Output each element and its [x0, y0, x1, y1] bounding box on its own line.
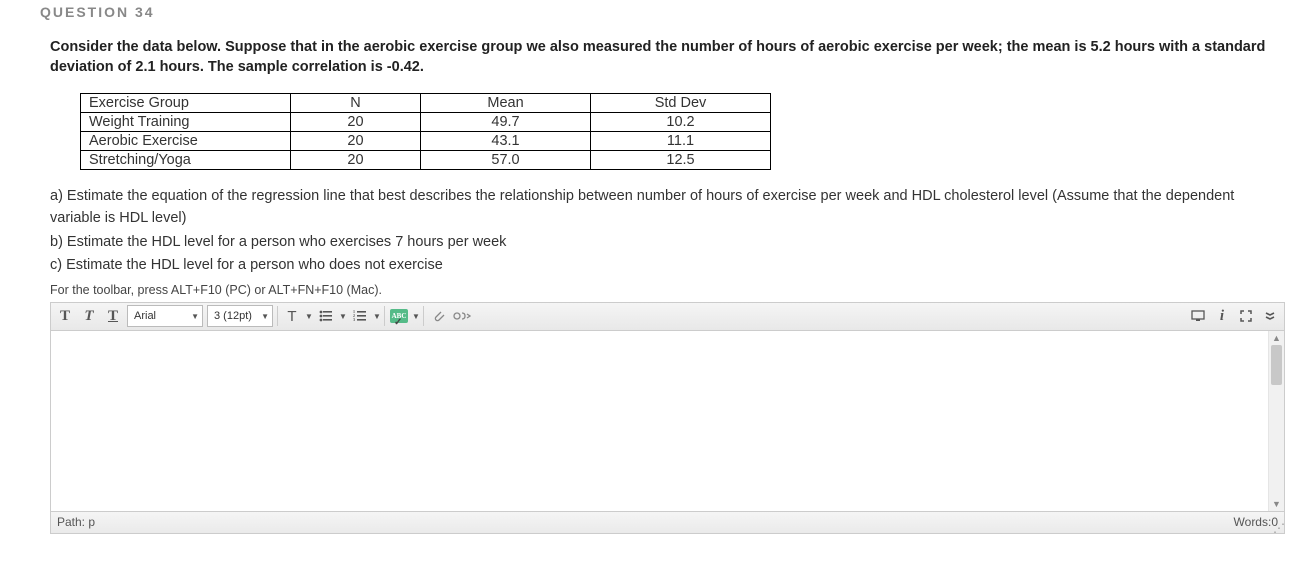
font-size-select[interactable]: 3 (12pt) [207, 305, 273, 327]
separator [423, 306, 424, 326]
italic-button[interactable]: T [77, 305, 101, 327]
scroll-down-icon[interactable]: ▼ [1269, 497, 1284, 511]
show-more-button[interactable] [1258, 305, 1282, 327]
attachment-button[interactable] [426, 305, 450, 327]
font-family-select[interactable]: Arial [127, 305, 203, 327]
spellcheck-dropdown[interactable]: ▼ [411, 305, 421, 327]
mashup-button[interactable] [450, 305, 474, 327]
bold-button[interactable]: T [53, 305, 77, 327]
col-header: Exercise Group [81, 94, 291, 113]
question-prompt: Consider the data below. Suppose that in… [50, 38, 1309, 77]
underline-button[interactable]: T [101, 305, 125, 327]
word-count: Words:0 [1234, 515, 1278, 529]
table-header-row: Exercise Group N Mean Std Dev [81, 94, 771, 113]
rich-text-editor: T T T Arial 3 (12pt) T ▼ ▼ 123 ▼ [50, 302, 1285, 534]
question-part-c: c) Estimate the HDL level for a person w… [50, 255, 1269, 277]
bullet-list-dropdown[interactable]: ▼ [338, 305, 348, 327]
scroll-up-icon[interactable]: ▲ [1269, 331, 1284, 345]
svg-text:3: 3 [353, 317, 355, 322]
bullet-list-button[interactable] [314, 305, 338, 327]
editor-toolbar: T T T Arial 3 (12pt) T ▼ ▼ 123 ▼ [51, 303, 1284, 331]
toolbar-hint: For the toolbar, press ALT+F10 (PC) or A… [50, 281, 1269, 300]
col-header: Mean [421, 94, 591, 113]
text-color-button[interactable]: T [280, 305, 304, 327]
path-indicator: Path: p [57, 515, 95, 529]
numbered-list-dropdown[interactable]: ▼ [372, 305, 382, 327]
separator [384, 306, 385, 326]
abc-icon: ABC [390, 309, 408, 323]
data-table: Exercise Group N Mean Std Dev Weight Tra… [80, 93, 771, 170]
col-header: N [291, 94, 421, 113]
col-header: Std Dev [591, 94, 771, 113]
spellcheck-button[interactable]: ABC [387, 305, 411, 327]
table-row: Aerobic Exercise 20 43.1 11.1 [81, 132, 771, 151]
scrollbar[interactable]: ▲ ▼ [1268, 331, 1284, 511]
resize-handle-icon[interactable]: ⋰ [1273, 524, 1283, 532]
numbered-list-button[interactable]: 123 [348, 305, 372, 327]
editor-textarea[interactable]: ▲ ▼ [51, 331, 1284, 511]
separator [277, 306, 278, 326]
question-part-b: b) Estimate the HDL level for a person w… [50, 232, 1269, 254]
fullscreen-button[interactable] [1234, 305, 1258, 327]
preview-button[interactable] [1186, 305, 1210, 327]
text-color-dropdown[interactable]: ▼ [304, 305, 314, 327]
question-number: QUESTION 34 [40, 4, 1309, 20]
help-button[interactable]: i [1210, 305, 1234, 327]
table-row: Stretching/Yoga 20 57.0 12.5 [81, 151, 771, 170]
question-part-a: a) Estimate the equation of the regressi… [50, 186, 1269, 230]
table-row: Weight Training 20 49.7 10.2 [81, 113, 771, 132]
editor-statusbar: Path: p Words:0 ⋰ [51, 511, 1284, 533]
scrollbar-thumb[interactable] [1271, 345, 1282, 385]
